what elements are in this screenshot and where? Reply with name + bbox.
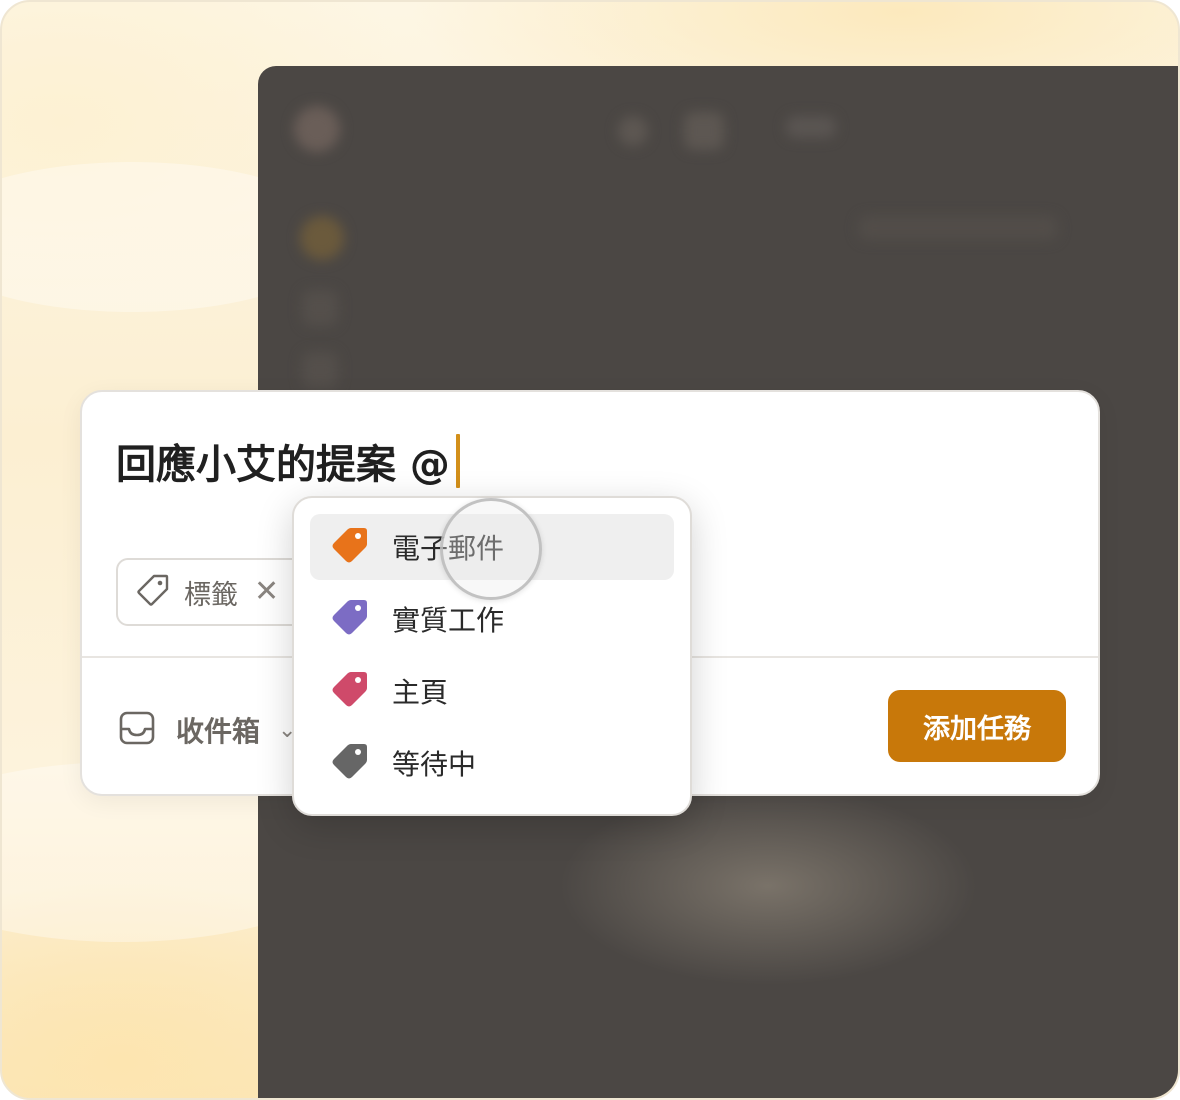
- tag-icon: [330, 741, 370, 785]
- sidebar-icon: [300, 216, 344, 260]
- label-menu-item-text: 等待中: [392, 748, 477, 781]
- label-menu-item-text: 主頁: [392, 676, 449, 709]
- label-menu-item-home[interactable]: 主頁: [310, 658, 674, 724]
- label-menu-item-deep-work[interactable]: 實質工作: [310, 586, 674, 652]
- label-chip-text: 標籤: [184, 579, 238, 611]
- task-title-input[interactable]: 回應小艾的提案 @: [116, 432, 460, 490]
- tag-outline-icon: [136, 573, 170, 611]
- toolbar-icon: [786, 116, 836, 138]
- label-suggestion-menu: 電子郵件 實質工作 主頁 等待中: [292, 496, 692, 816]
- label-menu-item-waiting[interactable]: 等待中: [310, 730, 674, 796]
- label-menu-item-text: 電子郵件: [392, 532, 505, 565]
- task-title-text: 回應小艾的提案 @: [116, 442, 450, 488]
- blurred-text: [858, 216, 1058, 240]
- label-chip[interactable]: 標籤 ✕: [116, 558, 316, 626]
- sidebar-icon: [302, 290, 338, 326]
- label-menu-item-email[interactable]: 電子郵件: [310, 514, 674, 580]
- background-glow: [558, 786, 978, 986]
- tag-icon: [330, 525, 370, 569]
- tag-icon: [330, 597, 370, 641]
- label-menu-item-text: 實質工作: [392, 604, 505, 637]
- project-select-label: 收件箱: [176, 715, 261, 748]
- toolbar-icon: [684, 112, 724, 150]
- avatar: [294, 106, 340, 152]
- add-task-button[interactable]: 添加任務: [888, 690, 1066, 762]
- remove-label-icon[interactable]: ✕: [254, 577, 279, 607]
- inbox-icon: [118, 709, 156, 751]
- project-select[interactable]: 收件箱 ⌄: [118, 708, 296, 752]
- tag-icon: [330, 669, 370, 713]
- toolbar-icon: [618, 116, 648, 146]
- text-caret: [455, 434, 460, 488]
- sidebar-icon: [302, 352, 338, 388]
